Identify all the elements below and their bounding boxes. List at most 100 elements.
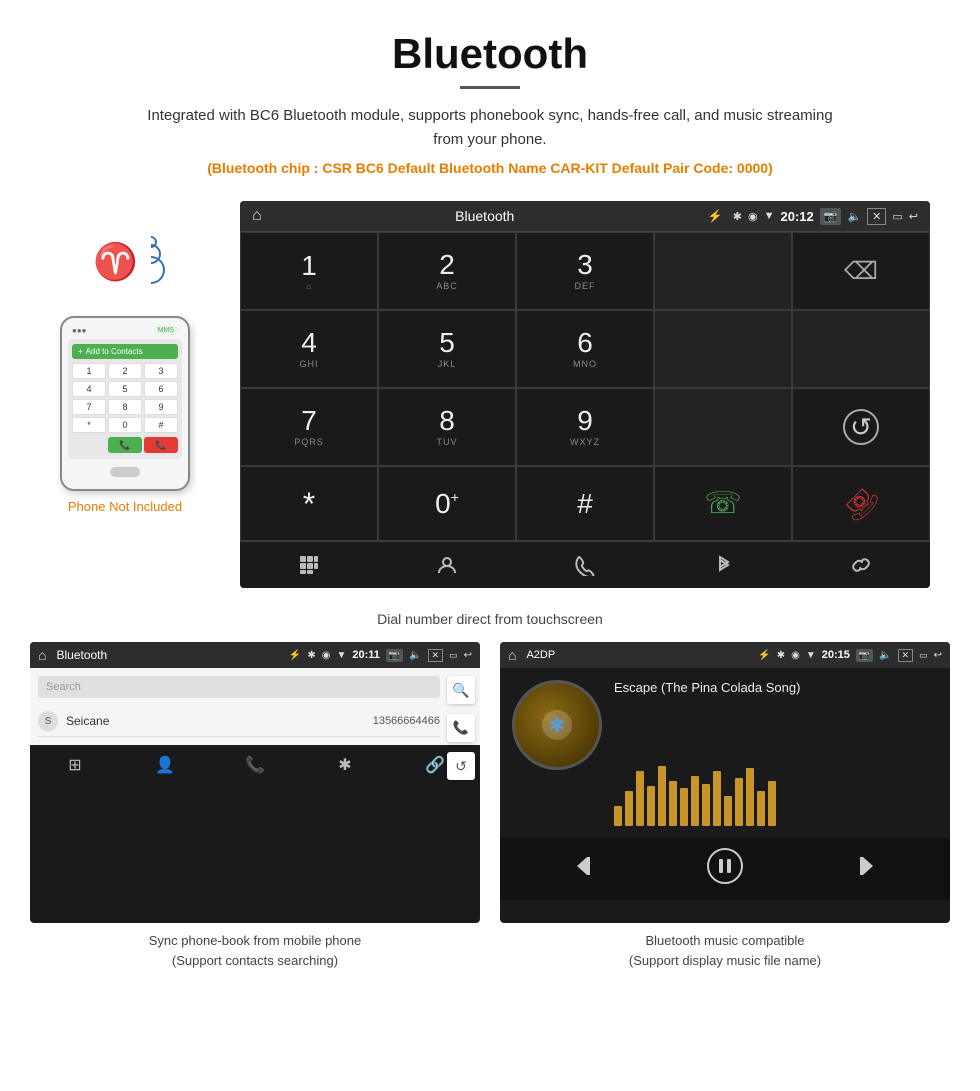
toolbar-contacts-btn[interactable] <box>378 554 516 576</box>
eq-bar <box>680 788 688 826</box>
phone-call-btn[interactable]: 📞 <box>108 437 142 453</box>
call-green-btn[interactable]: ☏ <box>654 466 792 541</box>
location-icon: ◉ <box>748 210 758 223</box>
dial-key-3[interactable]: 3 DEF <box>516 232 654 310</box>
call-red-btn[interactable]: ☏ <box>792 466 930 541</box>
bluetooth-status-icon: ✱ <box>733 210 742 223</box>
pb-grid-btn[interactable]: ⊞ <box>30 755 120 775</box>
toolbar-link-btn[interactable] <box>792 554 930 576</box>
music-bt-icon: ✱ <box>777 650 785 661</box>
music-sig-icon: ▼ <box>806 650 816 661</box>
pb-phone-btn[interactable]: 📞 <box>210 755 300 775</box>
music-bt-symbol-icon: ✱ <box>549 713 566 738</box>
specs-line: (Bluetooth chip : CSR BC6 Default Blueto… <box>20 160 960 176</box>
dial-key-6[interactable]: 6 MNO <box>516 310 654 388</box>
phonebook-back-icon[interactable]: ↩ <box>464 650 472 661</box>
next-track-btn[interactable] <box>849 852 877 886</box>
back-icon[interactable]: ↩ <box>909 210 918 223</box>
phone-top-bar: ●●● MMS <box>68 326 182 335</box>
time-display: 20:12 <box>781 209 814 224</box>
dial-key-0[interactable]: 0+ <box>378 466 516 541</box>
phonebook-search-btn[interactable]: 🔍 <box>447 676 475 704</box>
contact-name: Seicane <box>66 714 373 728</box>
bluetooth-symbol-icon: ♈ <box>93 241 138 283</box>
music-loc-icon: ◉ <box>791 650 800 661</box>
contact-phone: 13566664466 <box>373 715 440 727</box>
phone-end-btn[interactable]: 📞 <box>144 437 178 453</box>
close-icon[interactable]: ✕ <box>867 208 886 225</box>
home-icon[interactable]: ⌂ <box>252 207 262 225</box>
backspace-btn[interactable]: ⌫ <box>792 232 930 310</box>
phonebook-usb-icon: ⚡ <box>289 650 301 661</box>
dial-key-8[interactable]: 8 TUV <box>378 388 516 466</box>
phonebook-win-icon[interactable]: ▭ <box>449 650 458 661</box>
music-content: ✱ Escape (The Pina Colada Song) <box>500 668 950 838</box>
phonebook-side-actions: 🔍 📞 ↺ <box>447 676 475 780</box>
page-title: Bluetooth <box>20 30 960 78</box>
dial-key-5[interactable]: 5 JKL <box>378 310 516 388</box>
dial-key-9[interactable]: 9 WXYZ <box>516 388 654 466</box>
contact-row[interactable]: S Seicane 13566664466 <box>38 706 440 737</box>
phone-key-2[interactable]: 2 <box>108 363 142 379</box>
eq-bar <box>691 776 699 826</box>
phonebook-home-icon[interactable]: ⌂ <box>38 647 46 663</box>
window-icon[interactable]: ▭ <box>892 210 902 223</box>
music-vol-icon[interactable]: 🔈 <box>879 650 891 661</box>
eq-bars <box>614 703 938 826</box>
music-home-icon[interactable]: ⌂ <box>508 647 516 663</box>
phonebook-close-icon[interactable]: ✕ <box>428 649 444 662</box>
phonebook-cam-icon[interactable]: 📷 <box>386 649 403 662</box>
dialpad-bottom-toolbar <box>240 541 930 588</box>
toolbar-phone-btn[interactable] <box>516 554 654 576</box>
add-to-contacts-btn[interactable]: +Add to Contacts <box>72 344 178 359</box>
dial-key-7[interactable]: 7 PQRS <box>240 388 378 466</box>
phone-key-0[interactable]: 0 <box>108 417 142 433</box>
redial-btn[interactable]: ↺ <box>792 388 930 466</box>
title-underline <box>460 86 520 89</box>
phone-key-8[interactable]: 8 <box>108 399 142 415</box>
dial-key-star[interactable]: * <box>240 466 378 541</box>
music-back-icon[interactable]: ↩ <box>934 650 942 661</box>
phone-key-4[interactable]: 4 <box>72 381 106 397</box>
album-art-inner: ✱ <box>542 710 572 740</box>
search-bar[interactable]: Search <box>38 676 440 698</box>
eq-bar <box>669 781 677 826</box>
prev-track-btn[interactable] <box>573 852 601 886</box>
phonebook-sig-icon: ▼ <box>336 650 346 661</box>
phonebook-bt-icon: ✱ <box>307 650 315 661</box>
phonebook-time: 20:11 <box>352 649 380 661</box>
music-status-bar: ⌂ A2DP ⚡ ✱ ◉ ▼ 20:15 📷 🔈 ✕ ▭ ↩ <box>500 642 950 668</box>
volume-icon[interactable]: 🔈 <box>847 210 861 223</box>
music-win-icon[interactable]: ▭ <box>919 650 928 661</box>
pb-person-btn[interactable]: 👤 <box>120 755 210 775</box>
dial-key-1[interactable]: 1 ⌂ <box>240 232 378 310</box>
phone-key-5[interactable]: 5 <box>108 381 142 397</box>
dialpad-grid: 1 ⌂ 2 ABC 3 DEF ⌫ 4 GHI 5 JKL <box>240 231 930 541</box>
play-pause-btn[interactable] <box>707 848 743 890</box>
phone-key-1[interactable]: 1 <box>72 363 106 379</box>
phone-key-hash[interactable]: # <box>144 417 178 433</box>
dialpad-status-bar: ⌂ Bluetooth ⚡ ✱ ◉ ▼ 20:12 📷 🔈 ✕ ▭ ↩ <box>240 201 930 231</box>
toolbar-grid-btn[interactable] <box>240 554 378 576</box>
music-cam-icon[interactable]: 📷 <box>856 649 873 662</box>
dial-empty-1 <box>654 232 792 310</box>
dial-key-hash[interactable]: # <box>516 466 654 541</box>
phone-home-button[interactable] <box>110 467 140 477</box>
eq-bar <box>647 786 655 826</box>
phone-key-6[interactable]: 6 <box>144 381 178 397</box>
eq-bar <box>746 768 754 826</box>
phone-key-star[interactable]: * <box>72 417 106 433</box>
phonebook-refresh-btn[interactable]: ↺ <box>447 752 475 780</box>
phone-key-7[interactable]: 7 <box>72 399 106 415</box>
eq-bar <box>713 771 721 826</box>
phonebook-call-btn[interactable]: 📞 <box>447 714 475 742</box>
toolbar-bluetooth-btn[interactable] <box>654 554 792 576</box>
phone-key-9[interactable]: 9 <box>144 399 178 415</box>
phone-key-3[interactable]: 3 <box>144 363 178 379</box>
pb-bluetooth-btn[interactable]: ✱ <box>300 755 390 775</box>
camera-icon[interactable]: 📷 <box>820 208 842 225</box>
music-close-icon[interactable]: ✕ <box>898 649 914 662</box>
dial-key-2[interactable]: 2 ABC <box>378 232 516 310</box>
phonebook-vol-icon[interactable]: 🔈 <box>409 650 421 661</box>
dial-key-4[interactable]: 4 GHI <box>240 310 378 388</box>
